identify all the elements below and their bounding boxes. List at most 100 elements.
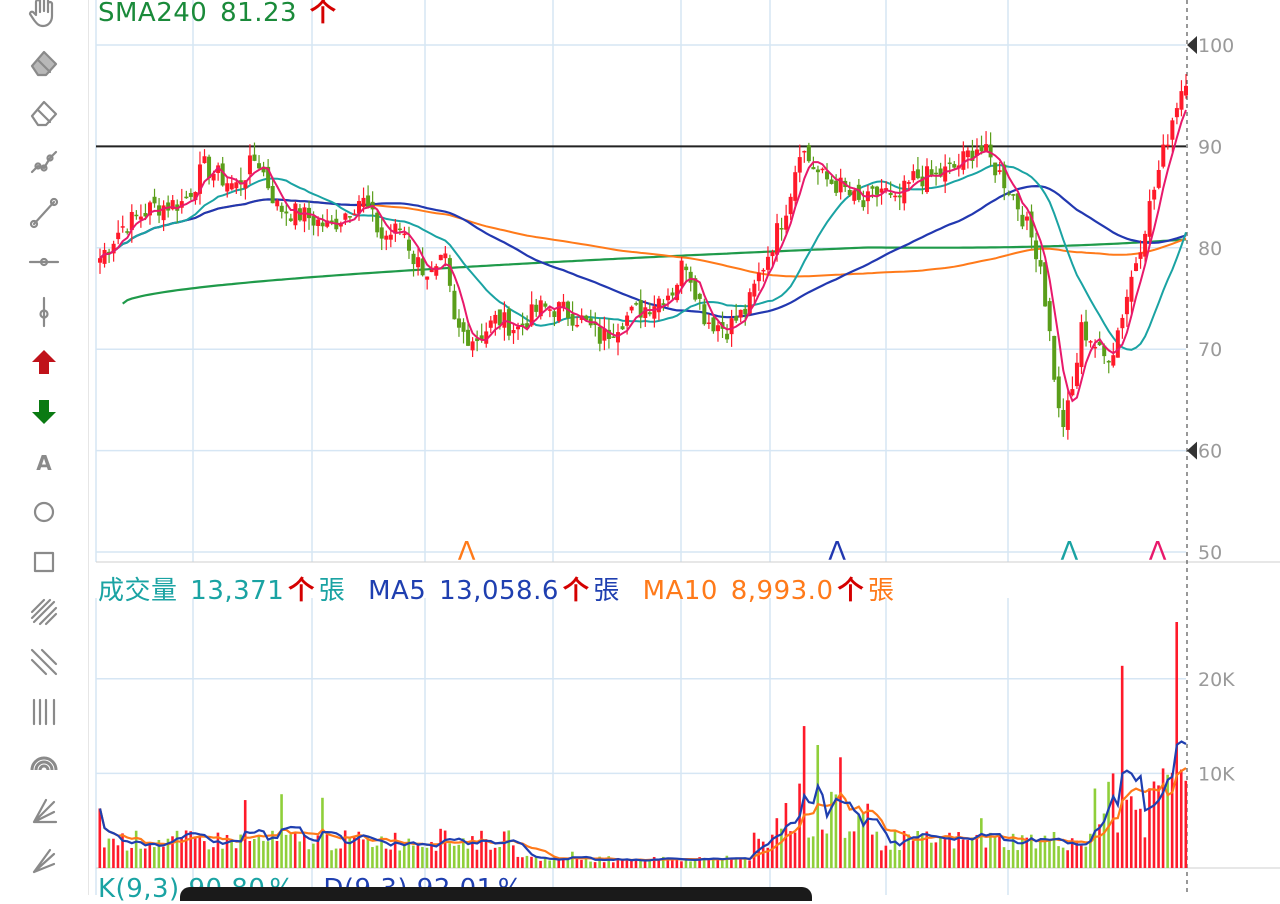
- volume-axis-label: 20K: [1198, 669, 1235, 691]
- volume-bar: [502, 831, 506, 868]
- candle-body: [543, 303, 548, 307]
- candle-body: [320, 222, 325, 227]
- volume-bar: [1139, 808, 1142, 868]
- price-axis-label: 90: [1198, 136, 1222, 158]
- volume-bar: [561, 859, 565, 868]
- price-axis-label: 80: [1198, 238, 1222, 260]
- candle-body: [1184, 85, 1188, 96]
- volume-bar: [516, 856, 520, 868]
- volume-bar: [1084, 846, 1088, 868]
- volume-bar: [257, 836, 261, 868]
- candle-body: [1047, 301, 1052, 332]
- volume-bar: [443, 830, 447, 868]
- volume-bar: [484, 839, 488, 868]
- candle-body: [116, 232, 121, 240]
- volume-bar: [975, 834, 979, 868]
- candle-body: [488, 320, 493, 328]
- volume-bar: [961, 839, 965, 868]
- volume-bar: [212, 847, 215, 868]
- candle-body: [634, 303, 639, 305]
- volume-bar: [898, 850, 901, 868]
- candle-body: [797, 157, 802, 173]
- candle-body: [102, 249, 107, 264]
- volume-bar: [511, 845, 515, 868]
- candle-body: [375, 212, 380, 233]
- candle-body: [425, 276, 430, 280]
- candle-body: [729, 318, 734, 335]
- candle-body: [229, 183, 234, 190]
- candle-body: [829, 179, 834, 184]
- candle-body: [738, 309, 743, 318]
- volume-bar: [893, 830, 897, 868]
- candle-body: [1038, 260, 1043, 267]
- ma10-arrow: 个: [837, 576, 865, 606]
- candle-body: [711, 317, 716, 332]
- volume-bar: [525, 855, 529, 868]
- volume-bar: [1152, 781, 1156, 868]
- price-axis-label: 50: [1198, 542, 1222, 564]
- ma-orange-line: [99, 198, 1187, 278]
- volume-bar: [325, 834, 329, 868]
- candle-body: [761, 269, 766, 272]
- volume-bar: [1134, 809, 1138, 868]
- volume-bar: [234, 848, 238, 868]
- volume-bar: [866, 803, 870, 868]
- signal-marker: Λ: [1149, 537, 1167, 567]
- volume-bar: [534, 857, 538, 868]
- candle-body: [1024, 216, 1029, 221]
- candle-body: [247, 155, 252, 175]
- volume-bar: [130, 847, 133, 868]
- signal-marker: Λ: [828, 537, 846, 567]
- candle-body: [684, 266, 689, 271]
- candle-body: [734, 316, 739, 321]
- candle-body: [802, 150, 807, 153]
- candle-body: [534, 304, 539, 312]
- candle-body: [384, 235, 389, 240]
- sma240-arrow: 个: [309, 0, 337, 28]
- volume-bar: [98, 808, 102, 868]
- candle-body: [406, 239, 411, 251]
- candle-body: [402, 233, 407, 236]
- volume-bar: [571, 851, 574, 868]
- volume-bar: [902, 831, 906, 868]
- volume-bar: [752, 832, 756, 868]
- volume-bar: [589, 861, 592, 868]
- volume-bar: [748, 860, 751, 868]
- stock-chart[interactable]: 100 90 80 70 60 50 20K 10K Λ Λ Λ Λ: [0, 0, 1280, 895]
- ma-pink-line: [99, 109, 1187, 403]
- candle-body: [366, 195, 371, 208]
- candle-body: [906, 182, 911, 184]
- volume-bar: [1148, 788, 1151, 868]
- candle-body: [706, 322, 711, 325]
- candle-body: [965, 150, 970, 158]
- volume-bar: [498, 846, 501, 868]
- volume-bar: [1057, 846, 1060, 868]
- ma5-unit: 張: [593, 576, 620, 606]
- candle-body: [461, 322, 466, 332]
- candle-body: [779, 228, 784, 230]
- volume-bar: [375, 845, 379, 868]
- volume-bar: [284, 834, 288, 868]
- volume-bar: [393, 832, 397, 868]
- candle-body: [388, 234, 393, 240]
- volume-bar: [343, 830, 347, 868]
- volume-bar: [489, 849, 492, 868]
- candle-body: [697, 293, 702, 299]
- volume-bar: [998, 834, 1001, 868]
- volume-bar: [625, 859, 629, 868]
- candle-body: [466, 329, 471, 346]
- volume-bar: [248, 840, 252, 868]
- volume-bar: [930, 842, 933, 868]
- candle-body: [316, 219, 321, 226]
- candle-body: [202, 156, 207, 164]
- candle-body: [811, 167, 816, 170]
- volume-bar: [811, 836, 815, 868]
- volume-bar: [952, 848, 956, 868]
- home-indicator[interactable]: [180, 887, 812, 901]
- candle-body: [1165, 144, 1170, 147]
- volume-bar: [312, 843, 315, 868]
- volume-bar: [539, 860, 542, 868]
- volume-bar: [421, 846, 424, 868]
- volume-bar: [384, 848, 388, 868]
- candle-body: [352, 213, 357, 216]
